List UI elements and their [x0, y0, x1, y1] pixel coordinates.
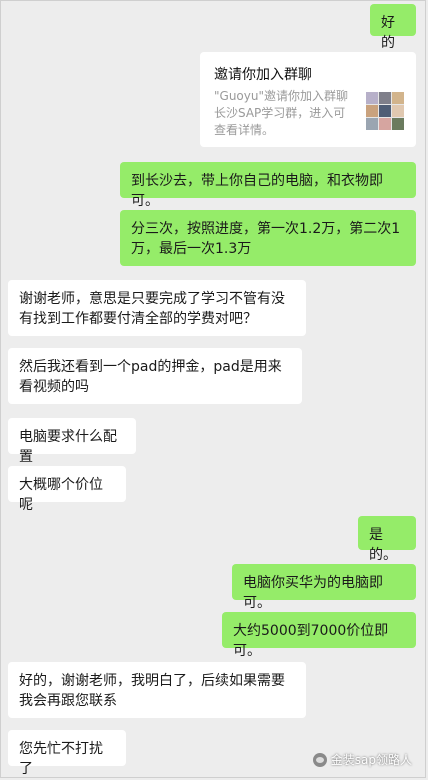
message-bubble-right[interactable]: 好的 [370, 4, 416, 51]
group-invite-card[interactable]: 邀请你加入群聊 "Guoyu"邀请你加入群聊长沙SAP学习群，进入可查看详情。 [200, 52, 416, 147]
message-bubble-right[interactable]: 电脑你买华为的电脑即可。 [232, 564, 416, 611]
message-bubble-left[interactable]: 您先忙不打扰了 [8, 730, 126, 777]
card-description: "Guoyu"邀请你加入群聊长沙SAP学习群，进入可查看详情。 [214, 89, 348, 137]
message-bubble-right[interactable]: 到长沙去，带上你自己的电脑，和衣物即可。 [120, 162, 416, 209]
watermark-text: 金装sap领路人 [330, 753, 412, 767]
card-title: 邀请你加入群聊 [214, 67, 312, 83]
message-bubble-left[interactable]: 然后我还看到一个pad的押金，pad是用来看视频的吗 [8, 348, 302, 404]
message-bubble-left[interactable]: 电脑要求什么配置 [8, 418, 136, 465]
message-bubble-left[interactable]: 大概哪个价位呢 [8, 466, 126, 513]
message-bubble-right[interactable]: 是的。 [358, 516, 416, 563]
message-bubble-left[interactable]: 好的，谢谢老师，我明白了，后续如果需要我会再跟您联系 [8, 662, 306, 718]
watermark: 金装sap领路人 [312, 751, 412, 768]
message-bubble-right[interactable]: 分三次，按照进度，第一次1.2万，第二次1万，最后一次1.3万 [120, 210, 416, 266]
message-bubble-right[interactable]: 大约5000到7000价位即可。 [222, 612, 416, 659]
wechat-icon [312, 752, 327, 767]
message-bubble-left[interactable]: 谢谢老师，意思是只要完成了学习不管有没有找到工作都要付清全部的学费对吧？ [8, 280, 306, 336]
group-avatar-icon [366, 92, 404, 130]
